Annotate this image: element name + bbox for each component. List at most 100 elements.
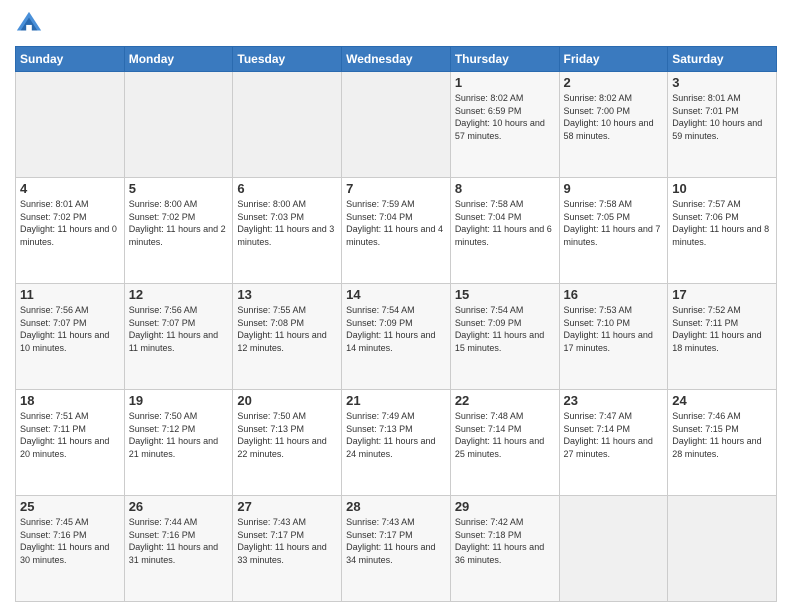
day-number: 28 [346,499,446,514]
day-number: 10 [672,181,772,196]
day-info: Sunrise: 8:01 AM Sunset: 7:01 PM Dayligh… [672,92,772,142]
calendar-week-row: 11 Sunrise: 7:56 AM Sunset: 7:07 PM Dayli… [16,284,777,390]
day-info: Sunrise: 7:43 AM Sunset: 7:17 PM Dayligh… [346,516,446,566]
calendar-cell: 29 Sunrise: 7:42 AM Sunset: 7:18 PM Dayli… [450,496,559,602]
day-info: Sunrise: 7:57 AM Sunset: 7:06 PM Dayligh… [672,198,772,248]
calendar-cell: 16 Sunrise: 7:53 AM Sunset: 7:10 PM Dayli… [559,284,668,390]
day-info: Sunrise: 7:44 AM Sunset: 7:16 PM Dayligh… [129,516,229,566]
calendar-cell [342,72,451,178]
day-number: 8 [455,181,555,196]
calendar-cell: 17 Sunrise: 7:52 AM Sunset: 7:11 PM Dayli… [668,284,777,390]
calendar-cell: 1 Sunrise: 8:02 AM Sunset: 6:59 PM Daylig… [450,72,559,178]
calendar-cell: 27 Sunrise: 7:43 AM Sunset: 7:17 PM Dayli… [233,496,342,602]
day-number: 29 [455,499,555,514]
day-number: 9 [564,181,664,196]
calendar-header-row: SundayMondayTuesdayWednesdayThursdayFrid… [16,47,777,72]
day-info: Sunrise: 8:00 AM Sunset: 7:03 PM Dayligh… [237,198,337,248]
calendar-week-row: 4 Sunrise: 8:01 AM Sunset: 7:02 PM Daylig… [16,178,777,284]
calendar-cell [16,72,125,178]
calendar-cell: 3 Sunrise: 8:01 AM Sunset: 7:01 PM Daylig… [668,72,777,178]
calendar-cell: 21 Sunrise: 7:49 AM Sunset: 7:13 PM Dayli… [342,390,451,496]
calendar-cell [668,496,777,602]
day-number: 25 [20,499,120,514]
day-info: Sunrise: 8:02 AM Sunset: 6:59 PM Dayligh… [455,92,555,142]
calendar-week-row: 1 Sunrise: 8:02 AM Sunset: 6:59 PM Daylig… [16,72,777,178]
day-info: Sunrise: 7:48 AM Sunset: 7:14 PM Dayligh… [455,410,555,460]
day-number: 4 [20,181,120,196]
day-number: 19 [129,393,229,408]
day-info: Sunrise: 7:51 AM Sunset: 7:11 PM Dayligh… [20,410,120,460]
calendar-cell: 9 Sunrise: 7:58 AM Sunset: 7:05 PM Daylig… [559,178,668,284]
day-number: 17 [672,287,772,302]
day-number: 13 [237,287,337,302]
day-info: Sunrise: 7:58 AM Sunset: 7:04 PM Dayligh… [455,198,555,248]
day-info: Sunrise: 7:54 AM Sunset: 7:09 PM Dayligh… [455,304,555,354]
day-number: 3 [672,75,772,90]
day-number: 22 [455,393,555,408]
calendar-cell: 7 Sunrise: 7:59 AM Sunset: 7:04 PM Daylig… [342,178,451,284]
day-info: Sunrise: 7:50 AM Sunset: 7:12 PM Dayligh… [129,410,229,460]
calendar-table: SundayMondayTuesdayWednesdayThursdayFrid… [15,46,777,602]
day-number: 5 [129,181,229,196]
calendar-day-header: Wednesday [342,47,451,72]
day-info: Sunrise: 7:53 AM Sunset: 7:10 PM Dayligh… [564,304,664,354]
day-number: 1 [455,75,555,90]
day-number: 16 [564,287,664,302]
calendar-cell: 8 Sunrise: 7:58 AM Sunset: 7:04 PM Daylig… [450,178,559,284]
calendar-cell: 12Sunrise: 7:56 AM Sunset: 7:07 PM Dayli… [124,284,233,390]
calendar-week-row: 18 Sunrise: 7:51 AM Sunset: 7:11 PM Dayli… [16,390,777,496]
day-number: 18 [20,393,120,408]
logo [15,10,47,38]
day-info: Sunrise: 7:50 AM Sunset: 7:13 PM Dayligh… [237,410,337,460]
calendar-day-header: Saturday [668,47,777,72]
day-info: Sunrise: 7:59 AM Sunset: 7:04 PM Dayligh… [346,198,446,248]
day-info: Sunrise: 7:58 AM Sunset: 7:05 PM Dayligh… [564,198,664,248]
logo-icon [15,10,43,38]
day-info: Sunrise: 8:01 AM Sunset: 7:02 PM Dayligh… [20,198,120,248]
day-info: Sunrise: 7:56 AM Sunset: 7:07 PM Dayligh… [129,304,229,354]
day-info: Sunrise: 7:43 AM Sunset: 7:17 PM Dayligh… [237,516,337,566]
calendar-cell [124,72,233,178]
day-info: Sunrise: 7:47 AM Sunset: 7:14 PM Dayligh… [564,410,664,460]
calendar-cell: 22 Sunrise: 7:48 AM Sunset: 7:14 PM Dayli… [450,390,559,496]
day-number: 2 [564,75,664,90]
day-info: Sunrise: 8:00 AM Sunset: 7:02 PM Dayligh… [129,198,229,248]
day-number: 11 [20,287,120,302]
day-info: Sunrise: 7:49 AM Sunset: 7:13 PM Dayligh… [346,410,446,460]
calendar-cell: 28 Sunrise: 7:43 AM Sunset: 7:17 PM Dayli… [342,496,451,602]
calendar-cell: 23 Sunrise: 7:47 AM Sunset: 7:14 PM Dayli… [559,390,668,496]
calendar-day-header: Friday [559,47,668,72]
calendar-cell: 11 Sunrise: 7:56 AM Sunset: 7:07 PM Dayli… [16,284,125,390]
day-number: 21 [346,393,446,408]
calendar-cell: 4 Sunrise: 8:01 AM Sunset: 7:02 PM Daylig… [16,178,125,284]
day-number: 26 [129,499,229,514]
calendar-day-header: Monday [124,47,233,72]
calendar-day-header: Sunday [16,47,125,72]
day-number: 15 [455,287,555,302]
calendar-cell: 18 Sunrise: 7:51 AM Sunset: 7:11 PM Dayli… [16,390,125,496]
day-number: 27 [237,499,337,514]
calendar-cell [559,496,668,602]
day-info: Sunrise: 7:55 AM Sunset: 7:08 PM Dayligh… [237,304,337,354]
calendar-cell: 13 Sunrise: 7:55 AM Sunset: 7:08 PM Dayli… [233,284,342,390]
day-number: 14 [346,287,446,302]
calendar-cell: 5 Sunrise: 8:00 AM Sunset: 7:02 PM Daylig… [124,178,233,284]
calendar-cell: 24Sunrise: 7:46 AM Sunset: 7:15 PM Dayli… [668,390,777,496]
day-number: 23 [564,393,664,408]
day-info: Sunrise: 7:42 AM Sunset: 7:18 PM Dayligh… [455,516,555,566]
day-info: Sunrise: 7:56 AM Sunset: 7:07 PM Dayligh… [20,304,120,354]
calendar-week-row: 25 Sunrise: 7:45 AM Sunset: 7:16 PM Dayli… [16,496,777,602]
calendar-cell: 10 Sunrise: 7:57 AM Sunset: 7:06 PM Dayli… [668,178,777,284]
calendar-day-header: Tuesday [233,47,342,72]
header [15,10,777,38]
calendar-cell: 14Sunrise: 7:54 AM Sunset: 7:09 PM Dayli… [342,284,451,390]
day-number: 7 [346,181,446,196]
calendar-cell: 6Sunrise: 8:00 AM Sunset: 7:03 PM Daylig… [233,178,342,284]
day-info: Sunrise: 7:46 AM Sunset: 7:15 PM Dayligh… [672,410,772,460]
calendar-cell: 25 Sunrise: 7:45 AM Sunset: 7:16 PM Dayli… [16,496,125,602]
calendar-cell [233,72,342,178]
day-info: Sunrise: 7:52 AM Sunset: 7:11 PM Dayligh… [672,304,772,354]
calendar-cell: 19 Sunrise: 7:50 AM Sunset: 7:12 PM Dayli… [124,390,233,496]
calendar-cell: 26 Sunrise: 7:44 AM Sunset: 7:16 PM Dayli… [124,496,233,602]
day-info: Sunrise: 7:45 AM Sunset: 7:16 PM Dayligh… [20,516,120,566]
